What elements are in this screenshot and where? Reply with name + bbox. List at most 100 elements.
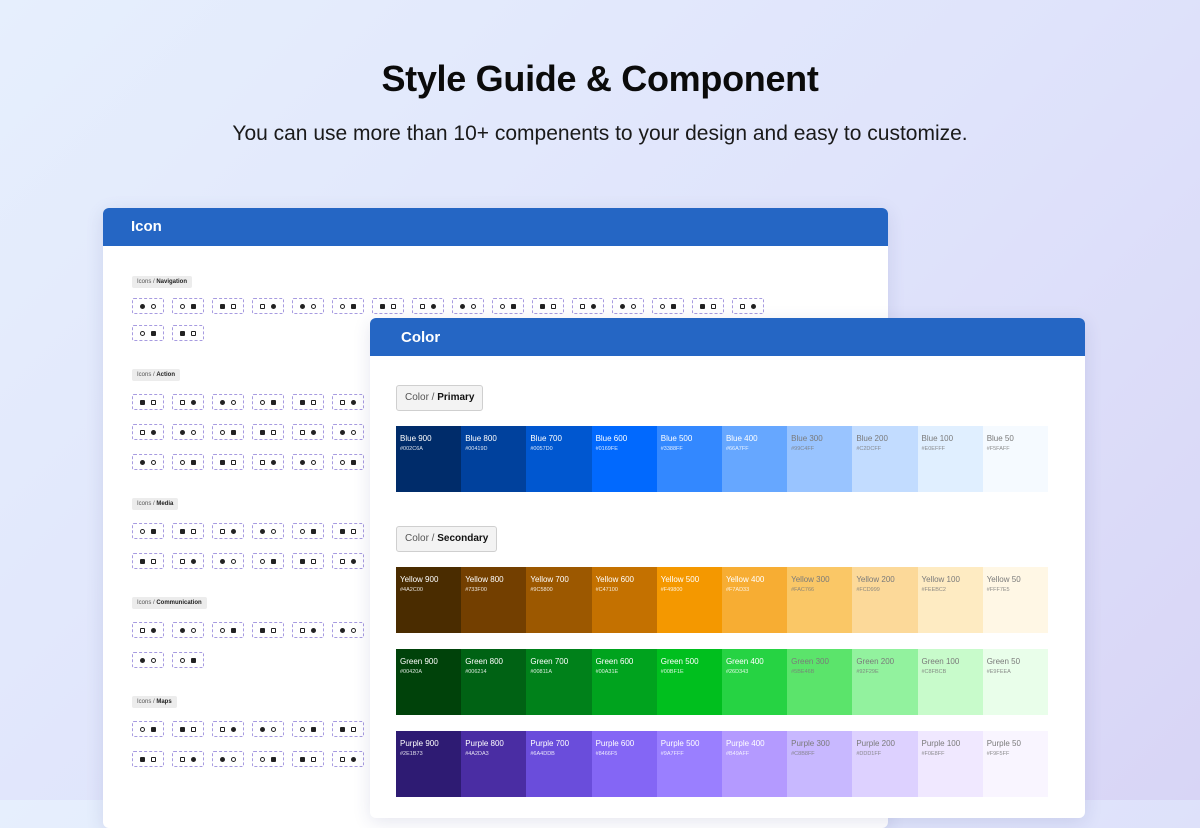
icon-variant-box[interactable] <box>252 424 284 440</box>
icon-variant-box[interactable] <box>292 721 324 737</box>
icon-variant-box[interactable] <box>132 751 164 767</box>
color-swatch[interactable]: Blue 400 #66A7FF <box>721 426 788 492</box>
icon-variant-box[interactable] <box>172 424 204 440</box>
icon-variant-box[interactable] <box>212 523 244 539</box>
color-swatch[interactable]: Purple 700 #6A4DDB <box>526 731 592 797</box>
icon-variant-box[interactable] <box>332 394 364 410</box>
icon-variant-box[interactable] <box>132 721 164 737</box>
icon-variant-box[interactable] <box>172 394 204 410</box>
icon-variant-box[interactable] <box>332 622 364 638</box>
color-swatch[interactable]: Purple 50 #F9F5FF <box>982 731 1048 797</box>
color-swatch[interactable]: Purple 600 #8466F5 <box>591 731 657 797</box>
icon-variant-box[interactable] <box>332 298 364 314</box>
icon-variant-box[interactable] <box>172 751 204 767</box>
color-swatch[interactable]: Blue 900 #002C6A <box>396 426 462 492</box>
icon-variant-box[interactable] <box>292 298 324 314</box>
icon-variant-box[interactable] <box>132 553 164 569</box>
icon-variant-box[interactable] <box>332 553 364 569</box>
color-swatch[interactable]: Yellow 100 #FEEBC2 <box>917 567 983 633</box>
icon-variant-box[interactable] <box>412 298 444 314</box>
color-swatch[interactable]: Purple 100 #F0E8FF <box>917 731 983 797</box>
icon-variant-box[interactable] <box>212 721 244 737</box>
icon-variant-box[interactable] <box>252 622 284 638</box>
color-swatch[interactable]: Yellow 400 #F7AD33 <box>721 567 788 633</box>
icon-variant-box[interactable] <box>172 298 204 314</box>
icon-variant-box[interactable] <box>732 298 764 314</box>
icon-variant-box[interactable] <box>172 325 204 341</box>
icon-variant-box[interactable] <box>452 298 484 314</box>
color-swatch[interactable]: Purple 200 #DDD1FF <box>852 731 918 797</box>
color-swatch[interactable]: Green 800 #006214 <box>461 649 527 715</box>
icon-variant-box[interactable] <box>252 394 284 410</box>
color-swatch[interactable]: Blue 50 #F5FAFF <box>982 426 1048 492</box>
color-swatch[interactable]: Purple 800 #4A2DA3 <box>461 731 527 797</box>
icon-variant-box[interactable] <box>332 424 364 440</box>
icon-variant-box[interactable] <box>172 454 204 470</box>
icon-variant-box[interactable] <box>532 298 564 314</box>
color-swatch[interactable]: Blue 600 #0169FE <box>591 426 657 492</box>
color-swatch[interactable]: Purple 500 #9A7FFF <box>656 731 722 797</box>
color-swatch[interactable]: Yellow 600 #C47100 <box>591 567 657 633</box>
icon-variant-box[interactable] <box>132 523 164 539</box>
icon-variant-box[interactable] <box>252 751 284 767</box>
icon-variant-box[interactable] <box>212 553 244 569</box>
icon-variant-box[interactable] <box>212 424 244 440</box>
icon-variant-box[interactable] <box>252 454 284 470</box>
color-swatch[interactable]: Blue 200 #C2DCFF <box>852 426 918 492</box>
icon-variant-box[interactable] <box>252 523 284 539</box>
color-swatch[interactable]: Green 100 #C8FBCB <box>917 649 983 715</box>
icon-variant-box[interactable] <box>292 454 324 470</box>
icon-variant-box[interactable] <box>132 622 164 638</box>
icon-variant-box[interactable] <box>212 394 244 410</box>
icon-variant-box[interactable] <box>212 454 244 470</box>
color-swatch[interactable]: Green 600 #00A31E <box>591 649 657 715</box>
icon-variant-box[interactable] <box>172 622 204 638</box>
color-swatch[interactable]: Blue 800 #00419D <box>461 426 527 492</box>
color-swatch[interactable]: Purple 300 #C8B8FF <box>787 731 853 797</box>
color-swatch[interactable]: Yellow 50 #FFF7E5 <box>982 567 1048 633</box>
icon-variant-box[interactable] <box>252 298 284 314</box>
icon-variant-box[interactable] <box>292 553 324 569</box>
icon-variant-box[interactable] <box>292 424 324 440</box>
color-swatch[interactable]: Blue 700 #0057D0 <box>526 426 592 492</box>
icon-variant-box[interactable] <box>212 751 244 767</box>
color-swatch[interactable]: Yellow 500 #F49800 <box>656 567 722 633</box>
color-swatch[interactable]: Blue 500 #3388FF <box>656 426 722 492</box>
icon-variant-box[interactable] <box>292 622 324 638</box>
color-swatch[interactable]: Green 400 #26D343 <box>721 649 788 715</box>
icon-variant-box[interactable] <box>572 298 604 314</box>
icon-variant-box[interactable] <box>212 622 244 638</box>
icon-variant-box[interactable] <box>332 523 364 539</box>
color-swatch[interactable]: Green 300 #5BE46B <box>787 649 853 715</box>
icon-variant-box[interactable] <box>332 751 364 767</box>
icon-variant-box[interactable] <box>132 298 164 314</box>
color-swatch[interactable]: Green 200 #92F29E <box>852 649 918 715</box>
icon-variant-box[interactable] <box>292 523 324 539</box>
icon-variant-box[interactable] <box>132 325 164 341</box>
icon-variant-box[interactable] <box>612 298 644 314</box>
icon-variant-box[interactable] <box>172 721 204 737</box>
icon-variant-box[interactable] <box>292 394 324 410</box>
icon-variant-box[interactable] <box>492 298 524 314</box>
color-swatch[interactable]: Purple 900 #2E1B73 <box>396 731 462 797</box>
icon-variant-box[interactable] <box>212 298 244 314</box>
color-swatch[interactable]: Yellow 800 #733F00 <box>461 567 527 633</box>
icon-variant-box[interactable] <box>292 751 324 767</box>
icon-variant-box[interactable] <box>172 523 204 539</box>
icon-variant-box[interactable] <box>252 553 284 569</box>
icon-variant-box[interactable] <box>172 553 204 569</box>
icon-variant-box[interactable] <box>132 652 164 668</box>
color-swatch[interactable]: Yellow 200 #FCD999 <box>852 567 918 633</box>
icon-variant-box[interactable] <box>132 454 164 470</box>
color-swatch[interactable]: Yellow 300 #FAC766 <box>787 567 853 633</box>
icon-variant-box[interactable] <box>372 298 404 314</box>
color-swatch[interactable]: Green 900 #00420A <box>396 649 462 715</box>
icon-variant-box[interactable] <box>252 721 284 737</box>
color-swatch[interactable]: Purple 400 #B49AFF <box>721 731 788 797</box>
icon-variant-box[interactable] <box>692 298 724 314</box>
color-swatch[interactable]: Green 500 #00BF1E <box>656 649 722 715</box>
color-swatch[interactable]: Green 50 #E9FEEA <box>982 649 1048 715</box>
icon-variant-box[interactable] <box>332 721 364 737</box>
icon-variant-box[interactable] <box>652 298 684 314</box>
color-swatch[interactable]: Blue 300 #99C4FF <box>787 426 853 492</box>
